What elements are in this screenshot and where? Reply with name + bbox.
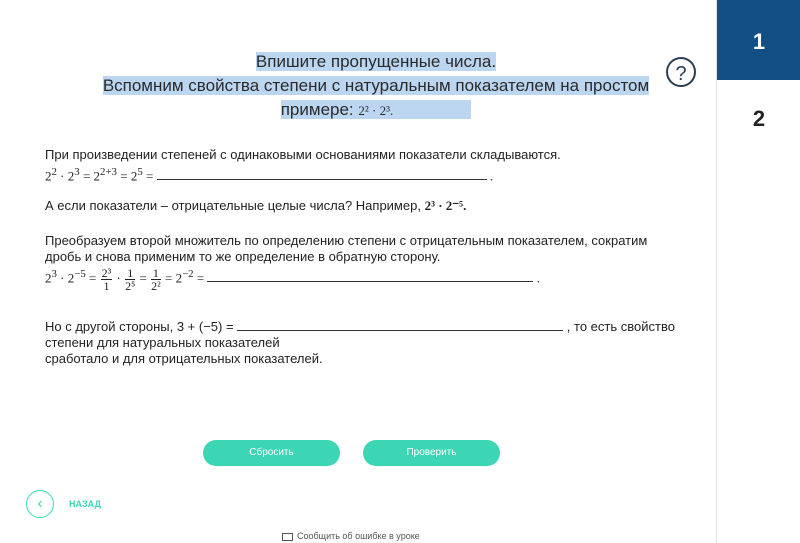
- answer-input-1[interactable]: [156, 167, 487, 181]
- paragraph-3: Преобразуем второй множитель по определе…: [45, 233, 648, 264]
- nav-item-1[interactable]: 1: [717, 0, 800, 80]
- heading-line-3: примере: 2² · 2³.: [280, 100, 472, 119]
- report-error-link[interactable]: Сообщить об ошибке в уроке: [282, 531, 420, 541]
- task-panel: Впишите пропущенные числа. Вспомним свой…: [0, 0, 716, 543]
- check-button[interactable]: Проверить: [363, 440, 500, 466]
- reset-button[interactable]: Сбросить: [203, 440, 340, 466]
- answer-input-3[interactable]: [237, 318, 564, 331]
- task-navigation: 1 2: [716, 0, 800, 543]
- heading-line-2: Вспомним свойства степени с натуральным …: [102, 76, 650, 95]
- nav-item-2[interactable]: 2: [717, 106, 800, 132]
- back-link[interactable]: НАЗАД: [69, 499, 101, 509]
- paragraph-1: При произведении степеней с одинаковыми …: [45, 147, 561, 162]
- answer-input-2[interactable]: [207, 269, 534, 283]
- task-heading: Впишите пропущенные числа. Вспомним свой…: [88, 50, 664, 123]
- formula-1: 22 · 23 = 22+3 = 25 = .: [45, 166, 494, 184]
- heading-line-1: Впишите пропущенные числа.: [255, 52, 497, 71]
- heading-formula: 2² · 2³.: [358, 103, 394, 118]
- mail-icon: [282, 532, 293, 541]
- example-formula: 2³ · 2⁻⁵.: [424, 198, 467, 213]
- paragraph-4: Но с другой стороны, 3 + (−5) = , то ест…: [45, 318, 675, 366]
- fraction-1: 2³ 1: [100, 265, 113, 293]
- fraction-3: 1 2²: [151, 265, 161, 293]
- paragraph-2: А если показатели – отрицательные целые …: [45, 198, 467, 213]
- formula-2: 23 · 2−5 = 2³ 1 · 1 2⁵ = 1 2² = 2−2 = .: [45, 265, 540, 293]
- fraction-2: 1 2⁵: [125, 265, 136, 293]
- help-icon[interactable]: ?: [666, 57, 696, 87]
- back-arrow-icon[interactable]: ‹: [26, 490, 54, 518]
